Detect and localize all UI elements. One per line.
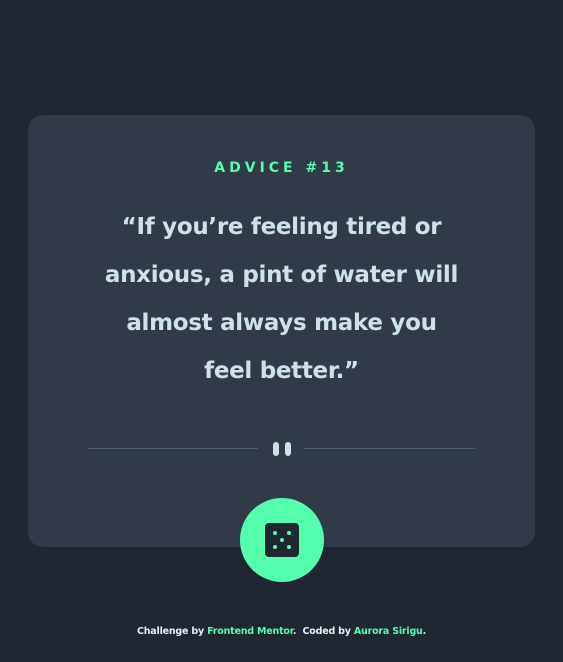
advice-number: ADVICE #13 [214, 160, 349, 176]
coded-prefix: Coded by [302, 626, 351, 637]
pause-icon [273, 442, 291, 456]
frontend-mentor-link[interactable]: Frontend Mentor [207, 626, 293, 637]
attribution-separator: . [292, 626, 297, 637]
dice-icon [265, 523, 299, 557]
attribution-suffix: . [422, 626, 427, 637]
divider [88, 440, 475, 456]
dice-button[interactable] [240, 498, 324, 582]
attribution: Challenge by Frontend Mentor. Coded by A… [0, 626, 563, 637]
divider-line-right [304, 448, 475, 449]
author-link[interactable]: Aurora Sirigu [354, 626, 423, 637]
advice-quote: “If you’re feeling tired or anxious, a p… [104, 214, 459, 384]
challenge-prefix: Challenge by [136, 626, 204, 637]
divider-line-left [88, 448, 258, 449]
